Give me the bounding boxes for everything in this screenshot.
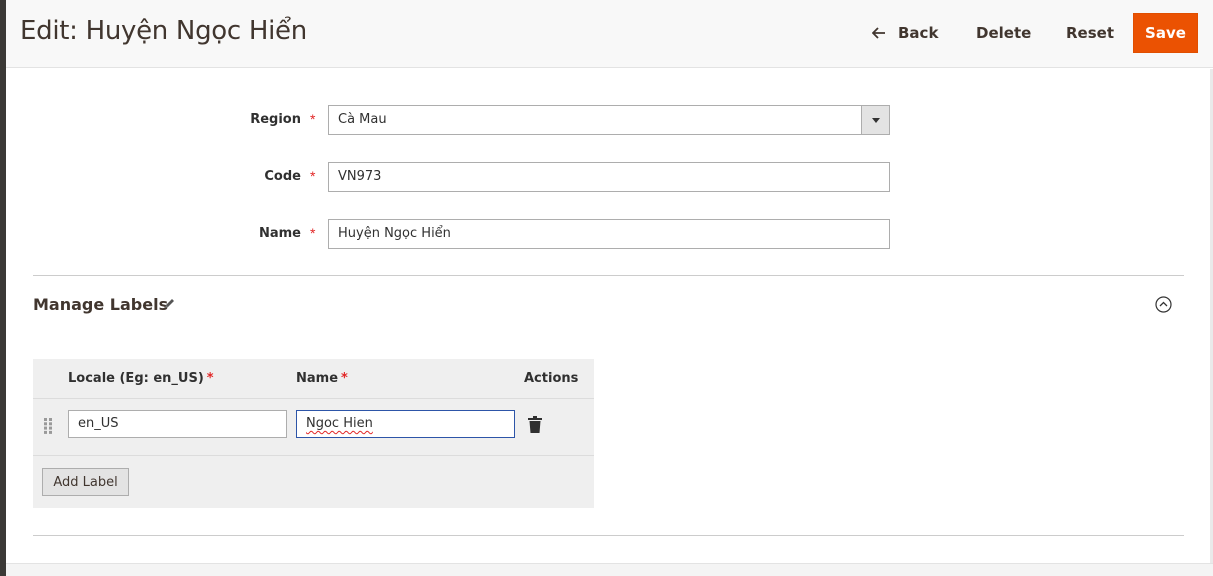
- region-field-row: Region * Cà Mau: [6, 105, 1213, 135]
- row-separator: [33, 455, 594, 456]
- footer-strip: [6, 563, 1213, 576]
- name-column-header: Name *: [296, 371, 348, 386]
- name-column-label: Name: [296, 371, 339, 386]
- name-field-row: Name * Huyện Ngọc Hiển: [6, 219, 1213, 249]
- back-button[interactable]: Back: [872, 20, 938, 46]
- trash-icon[interactable]: [528, 416, 542, 438]
- region-label: Region: [250, 112, 301, 127]
- reset-button[interactable]: Reset: [1066, 20, 1114, 46]
- name-label: Name: [258, 226, 301, 241]
- page-title: Edit: Huyện Ngọc Hiển: [20, 16, 307, 46]
- region-select-value: Cà Mau: [338, 112, 387, 127]
- page-header: Edit: Huyện Ngọc Hiển Back Delete Reset …: [6, 0, 1213, 68]
- label-name-input[interactable]: Ngoc Hien: [296, 410, 515, 438]
- save-button[interactable]: Save: [1133, 13, 1198, 53]
- code-input[interactable]: VN973: [328, 162, 890, 192]
- section-divider: [33, 275, 1184, 276]
- chevron-up-circle-icon[interactable]: [1155, 296, 1172, 318]
- region-select[interactable]: Cà Mau: [328, 105, 890, 135]
- required-mark: *: [310, 225, 316, 241]
- code-field-row: Code * VN973: [6, 162, 1213, 192]
- locale-column-label: Locale (Eg: en_US): [68, 371, 204, 386]
- required-mark: *: [341, 371, 348, 386]
- required-mark: *: [206, 371, 214, 386]
- caret-down-icon[interactable]: [861, 106, 889, 134]
- section-bottom-divider: [33, 535, 1184, 536]
- arrow-left-icon: [872, 27, 886, 39]
- labels-table: Locale (Eg: en_US) * Name * Actions en_US …: [33, 359, 594, 508]
- add-label-button[interactable]: Add Label: [42, 468, 129, 496]
- name-input[interactable]: Huyện Ngọc Hiển: [328, 219, 890, 249]
- delete-button[interactable]: Delete: [976, 20, 1031, 46]
- back-button-label: Back: [898, 24, 939, 42]
- locale-input[interactable]: en_US: [68, 410, 287, 438]
- actions-column-header: Actions: [524, 371, 579, 386]
- main-content: Region * Cà Mau Code * VN973 Name * Huyệ…: [6, 69, 1213, 563]
- pencil-icon: [163, 297, 176, 315]
- required-mark: *: [310, 168, 316, 184]
- manage-labels-title[interactable]: Manage Labels: [33, 295, 168, 314]
- required-mark: *: [310, 111, 316, 127]
- label-name-value: Ngoc Hien: [306, 416, 373, 431]
- locale-column-header: Locale (Eg: en_US) *: [68, 371, 214, 386]
- code-label: Code: [264, 169, 301, 184]
- drag-handle-icon[interactable]: [44, 418, 53, 439]
- row-separator: [33, 398, 594, 399]
